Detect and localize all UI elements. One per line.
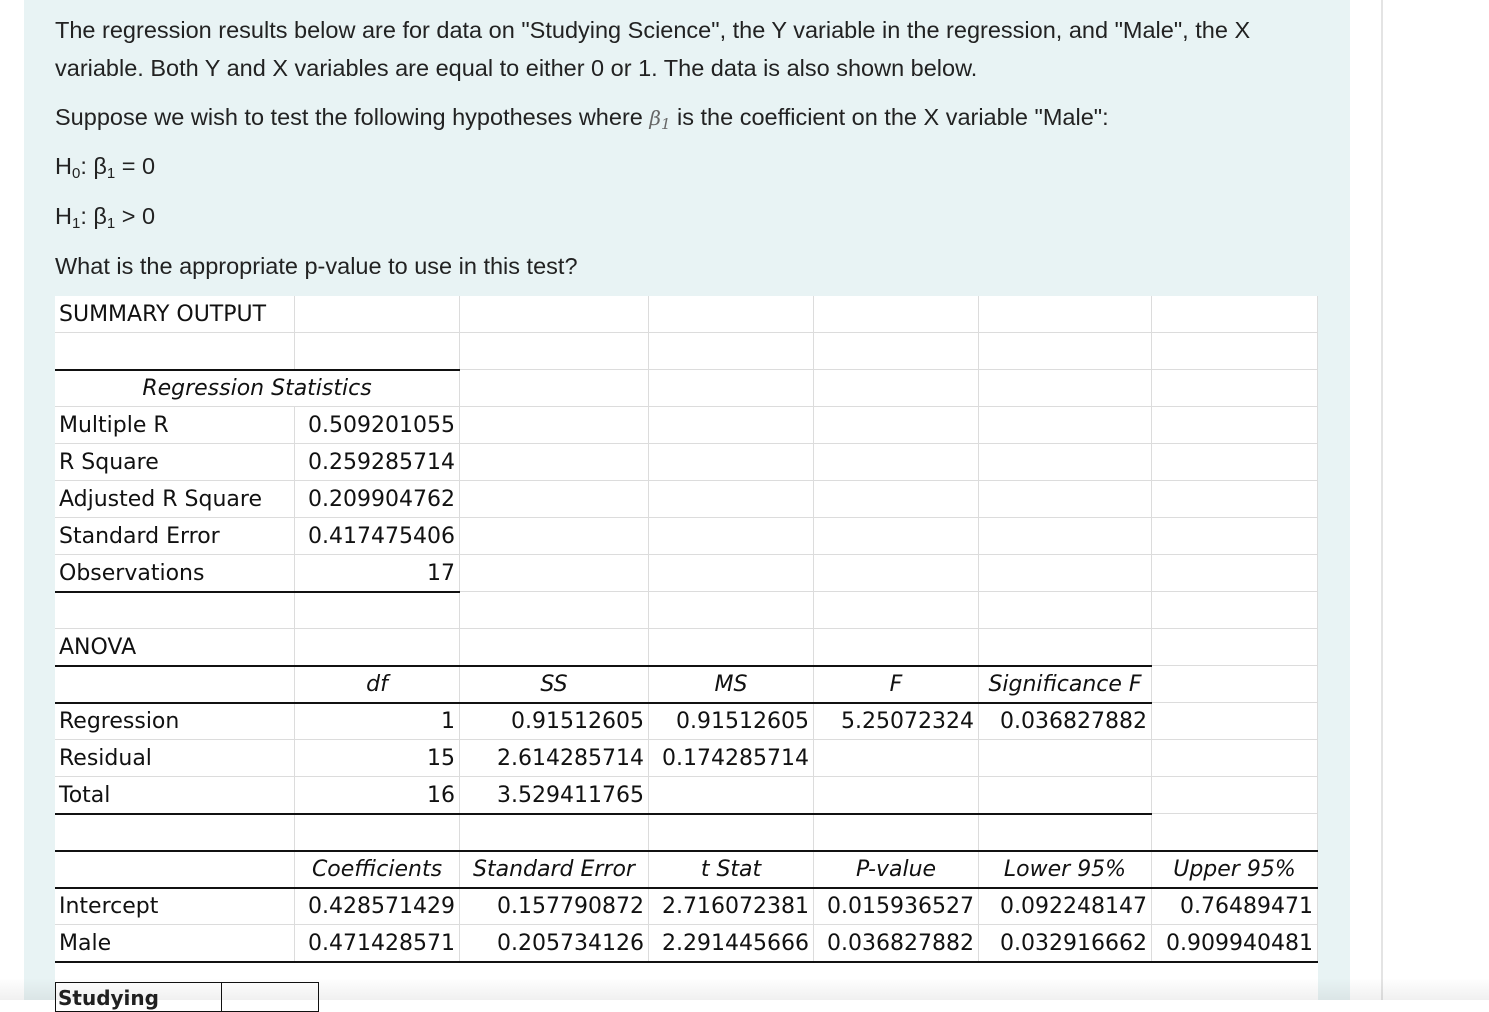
regression-statistics-title: Regression Statistics: [55, 370, 460, 407]
rule-coef-header: [55, 887, 1318, 889]
rule-coef-bottom: [55, 961, 1318, 963]
regstat-row: R Square 0.259285714: [55, 444, 1318, 481]
question-prompt: What is the appropriate p-value to use i…: [55, 253, 578, 279]
anova-header-row: df SS MS F Significance F: [55, 666, 1318, 703]
anova-row: Residual 15 2.614285714 0.174285714: [55, 740, 1318, 777]
beta-symbol: β1: [649, 106, 671, 133]
hypothesis-setup: Suppose we wish to test the following hy…: [55, 98, 1325, 143]
right-divider: [1381, 0, 1383, 1000]
rule-anova-bottom: [55, 813, 1152, 815]
rule-coef-top: [55, 850, 1318, 852]
anova-row: Total 16 3.529411765: [55, 777, 1318, 814]
null-hypothesis: H0: β1 = 0: [55, 153, 156, 182]
rule-regstats-bottom: [55, 591, 460, 593]
question-intro-line2: variable. Both Y and X variables are equ…: [55, 55, 978, 81]
regstat-row: Observations 17: [55, 555, 1318, 592]
hypothesis-setup-before: Suppose we wish to test the following hy…: [55, 104, 650, 130]
coefficient-row: Intercept 0.428571429 0.157790872 2.7160…: [55, 888, 1318, 925]
alternative-hypothesis: H1: β1 > 0: [55, 203, 156, 232]
rule-regstats-top: [55, 369, 460, 371]
question-intro: The regression results below are for dat…: [55, 11, 1325, 87]
coefficients-header-row: Coefficients Standard Error t Stat P-val…: [55, 851, 1318, 888]
regstat-row: Multiple R 0.509201055: [55, 407, 1318, 444]
anova-row: Regression 1 0.91512605 0.91512605 5.250…: [55, 703, 1318, 740]
regstat-row: Adjusted R Square 0.209904762: [55, 481, 1318, 518]
question-intro-line1: The regression results below are for dat…: [55, 17, 1251, 43]
regression-output-sheet: SUMMARY OUTPUT Regression Statistics Mul…: [55, 296, 1318, 1000]
rule-anova-header: [55, 702, 1152, 704]
summary-title: SUMMARY OUTPUT: [55, 296, 295, 333]
coefficient-row: Male 0.471428571 0.205734126 2.291445666…: [55, 925, 1318, 962]
hypothesis-setup-after: is the coefficient on the X variable "Ma…: [670, 104, 1109, 130]
regstat-row: Standard Error 0.417475406: [55, 518, 1318, 555]
anova-title: ANOVA: [55, 629, 295, 666]
scroll-fade: [0, 978, 1489, 1000]
rule-anova-top: [55, 665, 1152, 667]
